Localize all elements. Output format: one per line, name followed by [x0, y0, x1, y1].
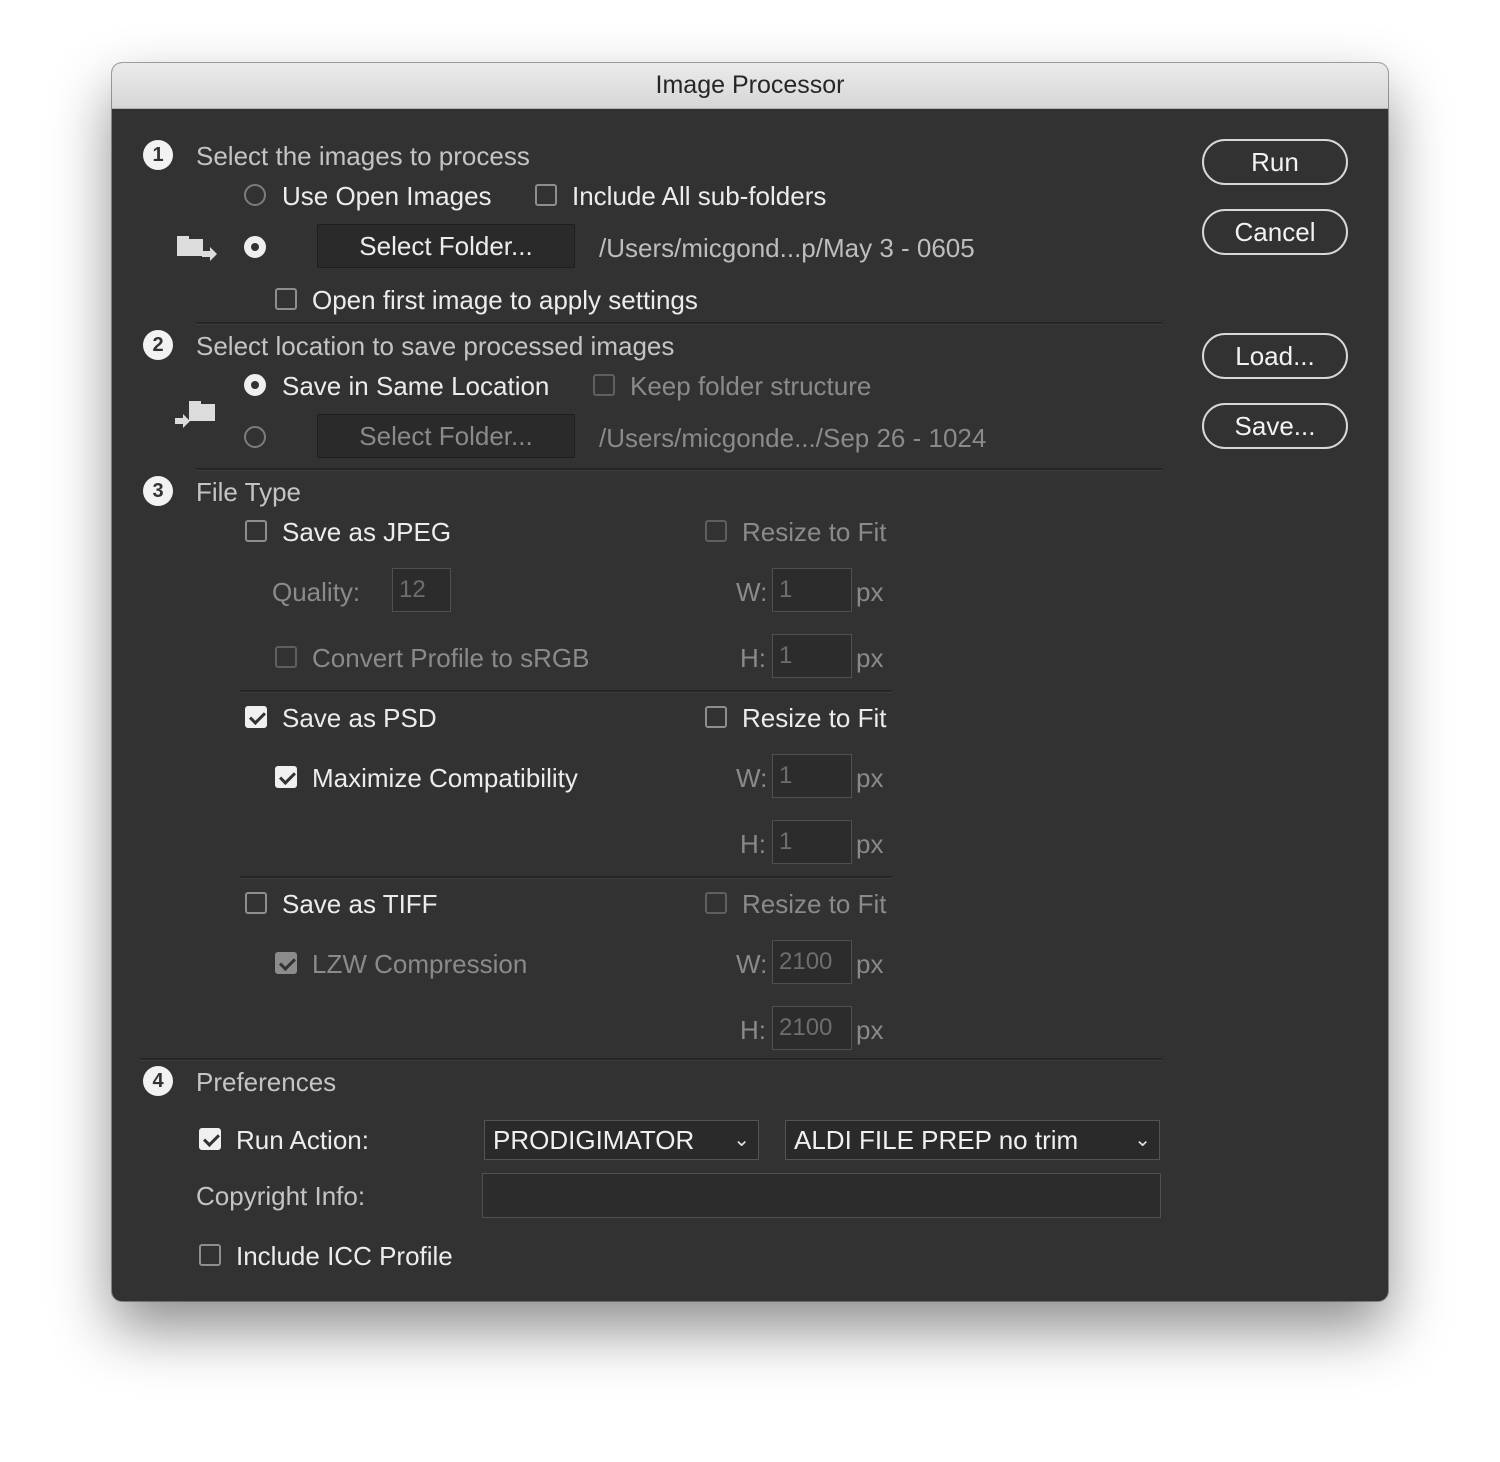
save-same-location-label: Save in Same Location [282, 371, 550, 401]
action-name-select[interactable]: ALDI FILE PREP no trim ⌄ [785, 1120, 1160, 1160]
copyright-label: Copyright Info: [196, 1181, 366, 1211]
select-destination-folder-button[interactable]: Select Folder... [317, 414, 575, 458]
include-icc-checkbox[interactable] [199, 1244, 221, 1266]
cancel-button[interactable]: Cancel [1202, 209, 1348, 255]
step-4-badge: 4 [143, 1066, 173, 1096]
keep-folder-structure-checkbox[interactable] [593, 374, 615, 396]
jpeg-quality-label: Quality: [272, 577, 361, 607]
open-first-image-label: Open first image to apply settings [312, 285, 698, 315]
window-title: Image Processor [112, 63, 1388, 109]
use-open-images-radio[interactable] [244, 184, 266, 206]
save-settings-button[interactable]: Save... [1202, 403, 1348, 449]
jpeg-width-unit: px [856, 577, 884, 607]
psd-width-input[interactable]: 1 [772, 754, 852, 798]
convert-srgb-checkbox[interactable] [275, 646, 297, 668]
run-action-label: Run Action: [236, 1125, 369, 1155]
tiff-resize-checkbox[interactable] [705, 892, 727, 914]
include-subfolders-label: Include All sub-folders [572, 181, 827, 211]
chevron-down-icon: ⌄ [1134, 1129, 1151, 1151]
jpeg-width-input[interactable]: 1 [772, 568, 852, 612]
lzw-compression-label: LZW Compression [312, 949, 528, 979]
jpeg-height-label: H: [740, 643, 766, 673]
save-same-location-radio[interactable] [244, 374, 266, 396]
keep-folder-structure-label: Keep folder structure [630, 371, 872, 401]
psd-width-unit: px [856, 763, 884, 793]
tiff-resize-label: Resize to Fit [742, 889, 887, 919]
divider [240, 690, 892, 693]
select-folder-radio[interactable] [244, 236, 266, 258]
action-name-value: ALDI FILE PREP no trim [794, 1125, 1079, 1155]
tiff-width-label: W: [736, 949, 768, 979]
jpeg-resize-checkbox[interactable] [705, 520, 727, 542]
jpeg-height-unit: px [856, 643, 884, 673]
psd-width-label: W: [736, 763, 768, 793]
chevron-down-icon: ⌄ [733, 1129, 750, 1151]
step-1-badge: 1 [143, 140, 173, 170]
run-action-checkbox[interactable] [199, 1128, 221, 1150]
open-first-image-checkbox[interactable] [275, 288, 297, 310]
save-as-psd-label: Save as PSD [282, 703, 437, 733]
load-button[interactable]: Load... [1202, 333, 1348, 379]
image-processor-dialog: Image Processor Run Cancel Load... Save.… [112, 63, 1388, 1301]
action-set-select[interactable]: PRODIGIMATOR ⌄ [484, 1120, 759, 1160]
convert-srgb-label: Convert Profile to sRGB [312, 643, 590, 673]
action-set-value: PRODIGIMATOR [493, 1125, 695, 1155]
jpeg-resize-label: Resize to Fit [742, 517, 887, 547]
step-2-badge: 2 [143, 330, 173, 360]
tiff-height-unit: px [856, 1015, 884, 1045]
tiff-height-label: H: [740, 1015, 766, 1045]
destination-folder-path: /Users/micgonde.../Sep 26 - 1024 [599, 423, 987, 453]
step-2-heading: Select location to save processed images [196, 331, 675, 361]
step-4-heading: Preferences [196, 1067, 337, 1097]
maximize-compatibility-label: Maximize Compatibility [312, 763, 578, 793]
save-as-tiff-checkbox[interactable] [245, 892, 267, 914]
copyright-input[interactable] [482, 1173, 1161, 1218]
tiff-width-unit: px [856, 949, 884, 979]
psd-height-unit: px [856, 829, 884, 859]
psd-resize-label: Resize to Fit [742, 703, 887, 733]
save-as-psd-checkbox[interactable] [245, 706, 267, 728]
maximize-compatibility-checkbox[interactable] [275, 766, 297, 788]
divider [196, 322, 1162, 325]
save-as-jpeg-checkbox[interactable] [245, 520, 267, 542]
jpeg-quality-input[interactable]: 12 [392, 568, 451, 612]
select-destination-radio[interactable] [244, 426, 266, 448]
select-source-folder-button[interactable]: Select Folder... [317, 224, 575, 268]
source-folder-icon [177, 236, 217, 261]
save-as-jpeg-label: Save as JPEG [282, 517, 452, 547]
tiff-width-input[interactable]: 2100 [772, 940, 852, 984]
step-3-badge: 3 [143, 476, 173, 506]
divider [140, 1058, 1162, 1061]
source-folder-path: /Users/micgond...p/May 3 - 0605 [599, 233, 975, 263]
psd-height-label: H: [740, 829, 766, 859]
include-subfolders-checkbox[interactable] [535, 184, 557, 206]
jpeg-height-input[interactable]: 1 [772, 634, 852, 678]
step-1-heading: Select the images to process [196, 141, 530, 171]
divider [240, 876, 892, 879]
divider [196, 468, 1162, 471]
step-3-heading: File Type [196, 477, 302, 507]
psd-resize-checkbox[interactable] [705, 706, 727, 728]
use-open-images-label: Use Open Images [282, 181, 492, 211]
jpeg-width-label: W: [736, 577, 768, 607]
destination-folder-icon [175, 401, 215, 428]
include-icc-label: Include ICC Profile [236, 1241, 453, 1271]
lzw-compression-checkbox[interactable] [275, 952, 297, 974]
tiff-height-input[interactable]: 2100 [772, 1006, 852, 1050]
save-as-tiff-label: Save as TIFF [282, 889, 438, 919]
psd-height-input[interactable]: 1 [772, 820, 852, 864]
run-button[interactable]: Run [1202, 139, 1348, 185]
